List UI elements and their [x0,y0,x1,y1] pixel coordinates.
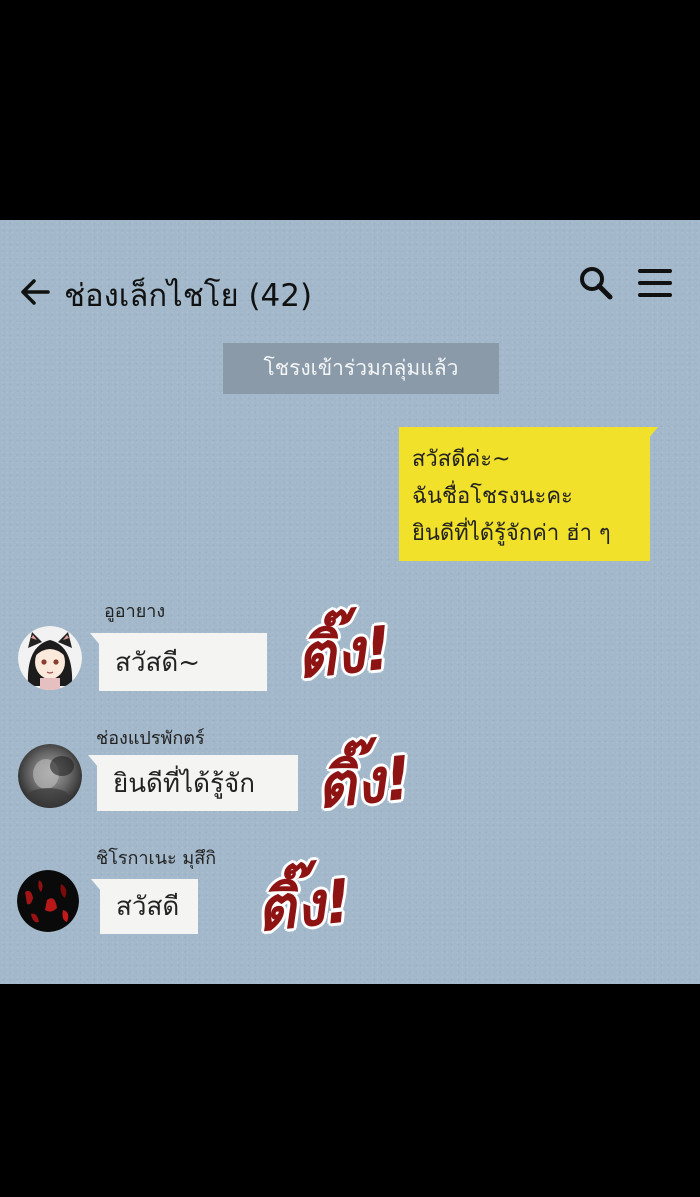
avatar-cat-girl[interactable] [18,626,82,690]
message-text: สวัสดี [116,892,180,922]
sender-name: ชิโรกาเนะ มุสึกิ [96,848,217,869]
my-message-line: ยินดีที่ได้รู้จักค่า ฮ่า ๆ [412,521,611,546]
sender-name: ช่องแปรพักตร์ [96,728,205,749]
notification-sound-effect: ติ๊ง! [292,613,396,693]
system-message: โชรงเข้าร่วมกลุ่มแล้ว [223,343,499,394]
my-message-line: สวัสดีค่ะ~ [412,447,511,472]
incoming-message-bubble: ยินดีที่ได้รู้จัก [88,755,298,811]
my-message-line: ฉันชื่อโชรงนะคะ [412,484,573,509]
incoming-message-bubble: สวัสดี~ [90,633,267,691]
message-text: สวัสดี~ [115,647,201,678]
avatar-dark-red[interactable] [17,870,79,932]
message-text: ยินดีที่ได้รู้จัก [113,768,255,799]
hamburger-menu-icon[interactable] [636,266,674,300]
avatar-blurred-face[interactable] [18,744,82,808]
search-icon[interactable] [578,265,614,301]
notification-sound-effect: ติ๊ง! [312,743,416,823]
chat-header: ช่องเล็กไชโย (42) [0,220,700,360]
incoming-message-bubble: สวัสดี [91,879,198,934]
chat-screen: ช่องเล็กไชโย (42) โชรงเข้าร่วมกลุ่มแล้ว … [0,220,700,984]
chat-title: ช่องเล็กไชโย (42) [64,278,313,314]
arrow-left-icon[interactable] [18,274,54,310]
notification-sound-effect: ติ๊ง! [252,866,356,946]
sender-name: อูอายาง [104,601,166,622]
my-message-bubble: สวัสดีค่ะ~ ฉันชื่อโชรงนะคะ ยินดีที่ได้รู… [399,427,658,561]
